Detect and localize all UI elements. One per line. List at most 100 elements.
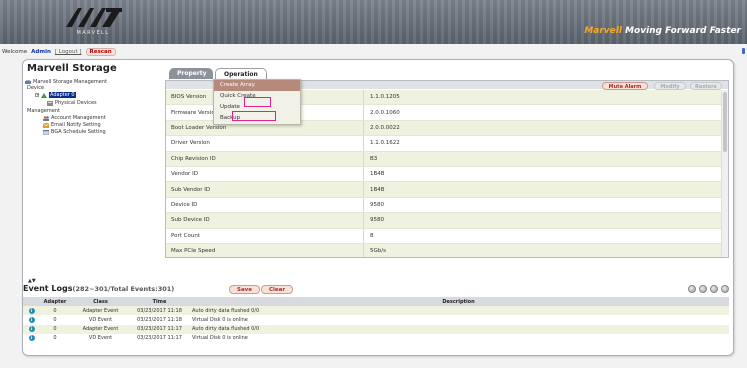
tree-management-label: Management: [27, 108, 60, 114]
marvell-logo-icon: [66, 8, 122, 27]
col-time: Time: [152, 298, 167, 305]
tree-email-notify-label: Email Notify Setting: [51, 122, 101, 128]
email-icon: [43, 122, 49, 128]
pager: [688, 285, 729, 293]
table-row[interactable]: i 0 Adapter Event 03/23/2017 11:17 Auto dirt…: [23, 324, 729, 334]
tree-account-management[interactable]: Account Management: [43, 115, 106, 121]
tree-management[interactable]: Management: [27, 108, 60, 114]
property-key: Device ID: [166, 197, 364, 213]
property-key: Vendor ID: [166, 166, 364, 182]
property-value: B3: [370, 155, 378, 162]
logo-text: MARVELL: [76, 30, 110, 36]
cell-class: VD Event: [88, 316, 113, 323]
tree-physical-devices[interactable]: Physical Devices: [47, 100, 97, 106]
property-row: Driver Version 1.1.0.1622: [166, 136, 722, 152]
property-row: Chip Revision ID B3: [166, 151, 722, 167]
info-icon: i: [28, 316, 35, 323]
event-logs-label: Event Logs: [23, 284, 73, 293]
cell-time: 03/23/2017 11:18: [137, 316, 182, 323]
info-icon: i: [28, 335, 35, 342]
highlight-box-backup: [232, 111, 276, 121]
property-value: 1.1.0.1622: [370, 140, 400, 147]
tab-bar: Property Operation: [169, 68, 267, 79]
info-cell: i: [23, 335, 40, 342]
table-row[interactable]: i 0 Adapter Event 03/23/2017 11:18 Auto dirt…: [23, 306, 729, 316]
tagline: Marvell Moving Forward Faster: [584, 26, 741, 36]
menu-item-create-array[interactable]: Create Array: [214, 80, 300, 91]
property-key: Driver Version: [166, 136, 364, 151]
cell-time: 03/23/2017 11:18: [137, 307, 182, 314]
cell-description: Virtual Disk 0 is online: [192, 316, 248, 323]
scrollbar-thumb[interactable]: [723, 92, 727, 152]
property-row: Port Count 8: [166, 228, 722, 244]
tree-adapter[interactable]: + Adapter 0: [35, 92, 76, 98]
info-cell: i: [23, 326, 40, 333]
property-value: 1.1.0.1205: [370, 94, 400, 101]
rescan-button[interactable]: Rescan: [85, 48, 116, 56]
cell-adapter: 0: [53, 335, 57, 342]
users-icon: [43, 115, 49, 121]
tree-device[interactable]: Device: [27, 85, 44, 91]
adapter-icon: [41, 92, 47, 98]
property-key: Chip Revision ID: [166, 151, 364, 166]
table-row[interactable]: i 0 VD Event 03/23/2017 11:18 Virtual Disk 0…: [23, 315, 729, 325]
tree-physical-devices-label: Physical Devices: [55, 100, 97, 106]
welcome-bar: Welcome Admin [ Logout ] Rescan: [2, 47, 116, 57]
prev-page-icon[interactable]: [699, 285, 707, 293]
tree-email-notify[interactable]: Email Notify Setting: [43, 122, 101, 128]
event-count: (282~301/Total Events:301): [72, 285, 175, 293]
info-icon: i: [28, 326, 35, 333]
mute-alarm-button[interactable]: Mute Alarm: [602, 82, 648, 90]
cell-description: Auto dirty data flushed 0/0: [192, 307, 260, 314]
col-class: Class: [93, 298, 108, 305]
last-page-icon[interactable]: [721, 285, 729, 293]
cell-adapter: 0: [53, 316, 57, 323]
property-value: 2.0.0.0022: [370, 124, 400, 131]
tree-bga-schedule[interactable]: BGA Schedule Setting: [43, 129, 106, 135]
col-adapter: Adapter: [43, 298, 67, 305]
panel-title: Marvell Storage: [27, 63, 117, 74]
cell-time: 03/23/2017 11:17: [137, 326, 182, 333]
next-page-icon[interactable]: [710, 285, 718, 293]
property-scrollbar[interactable]: [721, 90, 728, 257]
event-log-header: Adapter Class Time Description: [23, 297, 729, 307]
restore-button[interactable]: Restore: [690, 82, 722, 90]
property-value: 9580: [370, 201, 384, 208]
edge-marker: [742, 48, 745, 54]
event-log-table: Adapter Class Time Description i 0 Adapter…: [23, 297, 729, 343]
clear-button[interactable]: Clear: [261, 285, 294, 294]
cell-class: Adapter Event: [82, 307, 119, 314]
save-button[interactable]: Save: [229, 285, 260, 294]
property-key: Port Count: [166, 228, 364, 243]
welcome-label: Welcome: [2, 49, 28, 55]
highlight-box-update: [244, 97, 271, 107]
tree-adapter-label: Adapter 0: [49, 92, 76, 98]
col-description: Description: [442, 298, 475, 305]
tab-operation[interactable]: Operation: [215, 68, 267, 79]
property-value: 2.0.0.1060: [370, 109, 400, 116]
expand-icon[interactable]: +: [35, 93, 39, 97]
cell-class: Adapter Event: [82, 326, 119, 333]
property-value: 9580: [370, 217, 384, 224]
info-cell: i: [23, 307, 40, 314]
marvell-logo: MARVELL: [58, 6, 128, 39]
cell-class: VD Event: [88, 335, 113, 342]
property-value: 1B4B: [370, 186, 385, 193]
tab-property[interactable]: Property: [169, 68, 213, 79]
logout-link[interactable]: [ Logout ]: [55, 49, 82, 55]
cell-description: Auto dirty data flushed 0/0: [192, 326, 260, 333]
disk-icon: [47, 100, 53, 106]
event-logs-title: Event Logs(282~301/Total Events:301): [23, 284, 174, 293]
cell-adapter: 0: [53, 326, 57, 333]
property-key: Sub Vendor ID: [166, 182, 364, 197]
storage-icon: [25, 79, 31, 84]
first-page-icon[interactable]: [688, 285, 696, 293]
table-row[interactable]: i 0 VD Event 03/23/2017 11:17 Virtual Disk 0…: [23, 333, 729, 343]
tagline-brand: Marvell: [584, 26, 622, 36]
tree-bga-schedule-label: BGA Schedule Setting: [51, 129, 106, 135]
tagline-text: Moving Forward Faster: [625, 26, 741, 36]
property-value: 1B4B: [370, 171, 385, 178]
modify-button[interactable]: Modify: [654, 82, 686, 90]
property-key: Max PCIe Speed: [166, 243, 364, 257]
cell-adapter: 0: [53, 307, 57, 314]
